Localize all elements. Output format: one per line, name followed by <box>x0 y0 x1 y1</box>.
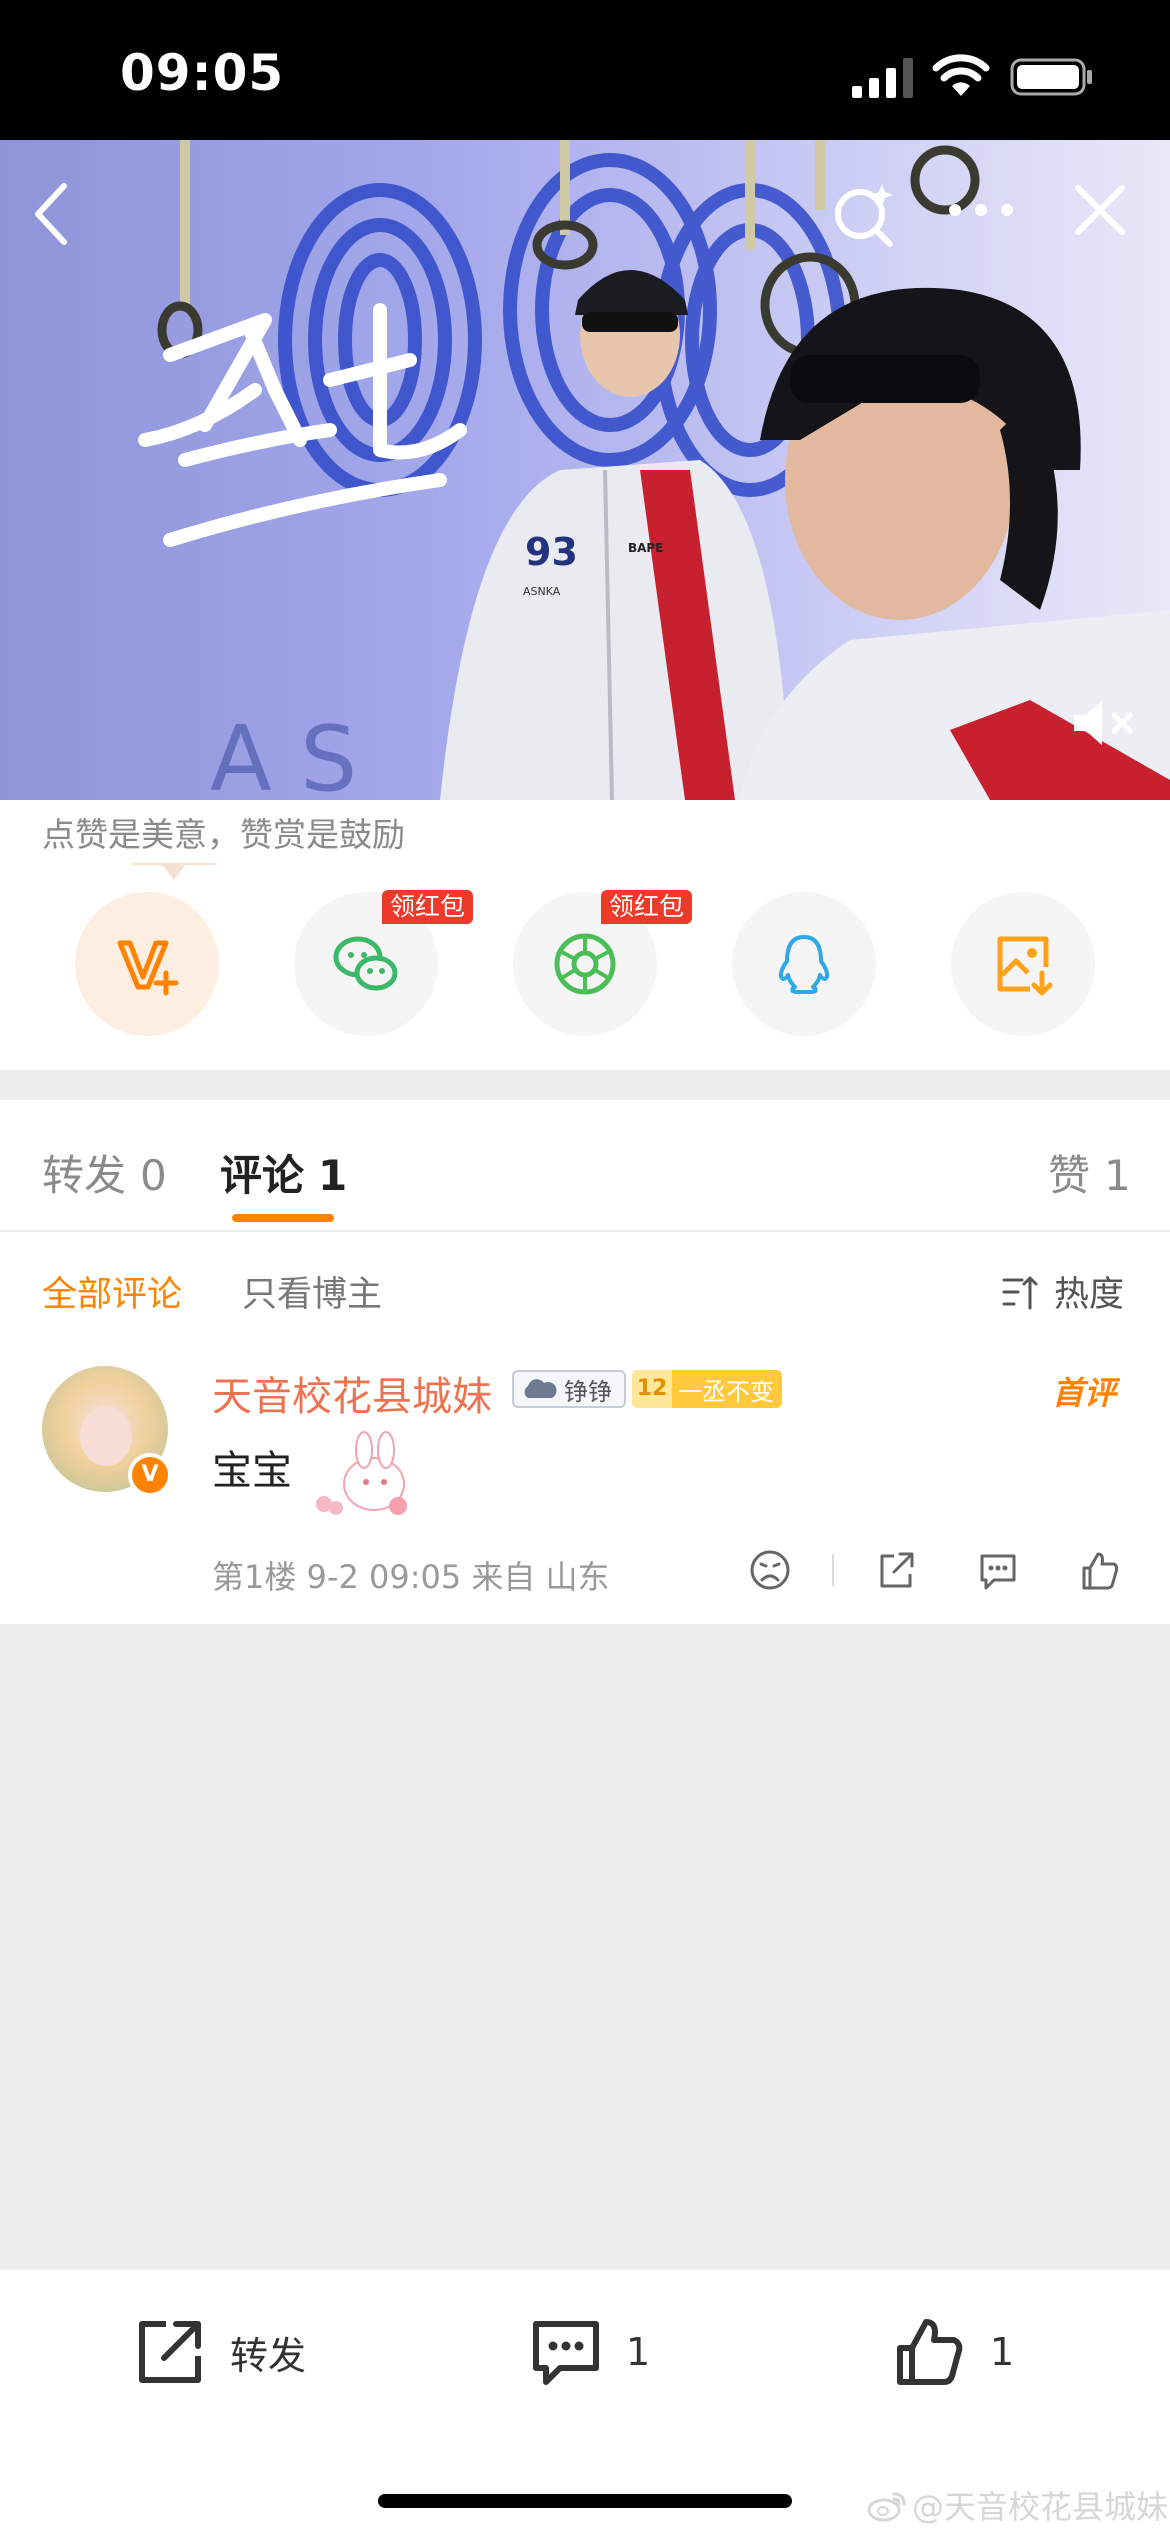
comment-button[interactable]: 1 <box>528 2314 650 2390</box>
back-icon[interactable] <box>28 180 76 248</box>
vplus-icon <box>117 940 179 996</box>
save-image-icon <box>997 936 1053 996</box>
status-bar: 09:05 <box>0 0 1170 140</box>
repost-icon <box>139 2321 201 2383</box>
moments-icon <box>554 933 616 995</box>
bottom-toolbar: 转发 1 1 @天音校花县城妹 <box>0 2268 1170 2532</box>
save-image-button[interactable] <box>951 892 1095 1036</box>
first-comment-tag: 首评 <box>1052 1374 1117 1412</box>
close-icon[interactable] <box>1070 180 1130 240</box>
home-indicator[interactable] <box>378 2494 792 2508</box>
filter-all-comments[interactable]: 全部评论 <box>42 1266 182 1317</box>
dislike-icon[interactable] <box>748 1548 792 1592</box>
fan-level-badge[interactable]: 12 一丞不变 <box>632 1370 782 1408</box>
svg-text:93: 93 <box>525 530 578 574</box>
mute-icon[interactable] <box>1070 695 1138 751</box>
share-icon[interactable] <box>874 1548 918 1592</box>
cellular-signal-icon <box>852 58 913 98</box>
like-icon[interactable] <box>1078 1548 1122 1592</box>
reward-hint: 点赞是美意，赞赏是鼓励 <box>42 815 405 854</box>
video-frame: 93 BAPE ASNKA 丞七 A S <box>138 140 1170 800</box>
comment-text: 宝宝 <box>212 1448 292 1494</box>
status-time: 09:05 <box>120 44 285 102</box>
wechat-icon <box>333 936 398 991</box>
weibo-logo-icon <box>867 2492 906 2522</box>
sort-icon <box>1002 1276 1038 1309</box>
tab-likes[interactable]: 赞1 <box>1048 1142 1131 1203</box>
wechat-redpacket-badge: 领红包 <box>382 890 474 924</box>
action-divider <box>832 1554 834 1586</box>
tab-repost[interactable]: 转发 0 <box>42 1142 167 1203</box>
svg-text:ASNKA: ASNKA <box>523 585 561 598</box>
reply-icon[interactable] <box>976 1548 1020 1592</box>
sort-by-hot-button[interactable]: 热度 <box>1000 1266 1124 1317</box>
verified-badge: V <box>128 1453 172 1497</box>
share-qq-button[interactable] <box>732 892 876 1036</box>
search-icon[interactable] <box>830 178 900 248</box>
vplus-reward-button[interactable] <box>75 892 219 1036</box>
tab-active-indicator <box>232 1214 334 1222</box>
wifi-icon <box>932 54 990 96</box>
moments-redpacket-badge: 领红包 <box>601 890 693 924</box>
thumbs-up-icon <box>897 2319 963 2385</box>
cloud-icon <box>524 1379 557 1398</box>
repost-button[interactable]: 转发 <box>132 2314 306 2390</box>
more-icon[interactable] <box>945 198 1017 222</box>
bunny-sticker-icon <box>316 1431 407 1515</box>
tip-arrow <box>132 863 216 880</box>
comment-icon <box>533 2321 599 2385</box>
filter-blogger-only[interactable]: 只看博主 <box>242 1266 382 1317</box>
video-player[interactable]: 93 BAPE ASNKA 丞七 A S <box>0 140 1170 800</box>
comment-username[interactable]: 天音校花县城妹 <box>212 1364 492 1422</box>
share-panel: 点赞是美意，赞赏是鼓励 领红包 领红包 <box>0 800 1170 1070</box>
comment-meta: 第1楼 9-2 09:05 来自 山东 <box>212 1558 610 1596</box>
comment-section: 全部评论 只看博主 热度 V 天音校花县城妹 铮铮 12 一丞不变 首评 宝宝 … <box>0 1232 1170 1624</box>
svg-text:BAPE: BAPE <box>628 541 663 555</box>
tab-comments[interactable]: 评论 1 <box>220 1142 347 1203</box>
svg-text:A S: A S <box>210 707 357 800</box>
battery-icon <box>1010 58 1092 96</box>
watermark: @天音校花县城妹 <box>866 2482 1168 2528</box>
like-button[interactable]: 1 <box>892 2314 1014 2390</box>
fan-badge[interactable]: 铮铮 <box>512 1370 626 1408</box>
qq-icon <box>778 935 830 994</box>
avatar-face <box>80 1406 132 1466</box>
detail-tabs: 转发 0 评论 1 赞1 <box>0 1100 1170 1232</box>
